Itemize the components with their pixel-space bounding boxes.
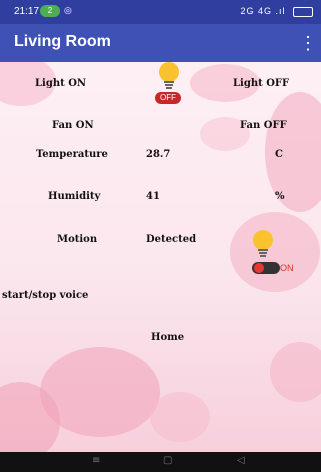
- home-nav-icon[interactable]: ▢: [163, 455, 172, 466]
- temperature-label: Temperature: [36, 149, 108, 160]
- page-title: Living Room: [14, 33, 111, 50]
- main-content: Light ON OFF Light OFF Fan ON Fan OFF Te…: [0, 62, 321, 452]
- battery-icon: [293, 6, 313, 17]
- humidity-label: Humidity: [48, 191, 101, 202]
- light-on-button[interactable]: Light ON: [35, 78, 86, 89]
- fan-on-button[interactable]: Fan ON: [52, 120, 94, 131]
- humidity-unit: %: [275, 191, 285, 202]
- temperature-unit: C: [275, 149, 283, 160]
- back-icon[interactable]: ◁: [237, 455, 245, 466]
- lightbulb-icon: [158, 62, 180, 90]
- temperature-value: 28.7: [146, 149, 171, 160]
- app-bar: Living Room ⋮: [0, 24, 321, 62]
- blossom-decoration: [230, 212, 320, 292]
- system-nav-bar: ≡ ▢ ◁: [0, 452, 321, 472]
- whatsapp-icon: ◎: [64, 5, 72, 15]
- motion-label: Motion: [57, 234, 98, 245]
- call-indicator: 2: [40, 5, 60, 17]
- signal-indicators: 2G 4G .ıl: [240, 6, 313, 17]
- motion-value: Detected: [146, 234, 197, 245]
- motion-lightbulb-icon: [252, 230, 274, 258]
- phone-screen: 21:17 2 ◎ 2G 4G .ıl Living Room ⋮ Light …: [0, 0, 321, 472]
- toggle-knob: [254, 263, 264, 273]
- motion-state-text: ON: [280, 263, 294, 273]
- blossom-decoration: [265, 92, 321, 212]
- voice-toggle-button[interactable]: start/stop voice: [2, 290, 88, 301]
- blossom-decoration: [150, 392, 210, 442]
- overflow-menu-icon[interactable]: ⋮: [299, 32, 317, 54]
- motion-state-toggle[interactable]: ON: [252, 262, 294, 274]
- signal-text: 2G 4G .ıl: [240, 6, 286, 16]
- status-bar: 21:17 2 ◎ 2G 4G .ıl: [0, 0, 321, 24]
- light-state-toggle[interactable]: OFF: [155, 92, 181, 104]
- blossom-decoration: [270, 342, 321, 402]
- home-button[interactable]: Home: [151, 332, 184, 343]
- recent-apps-icon[interactable]: ≡: [92, 455, 100, 466]
- fan-off-button[interactable]: Fan OFF: [240, 120, 287, 131]
- status-time: 21:17: [14, 6, 40, 17]
- humidity-value: 41: [146, 191, 160, 202]
- light-off-button[interactable]: Light OFF: [233, 78, 289, 89]
